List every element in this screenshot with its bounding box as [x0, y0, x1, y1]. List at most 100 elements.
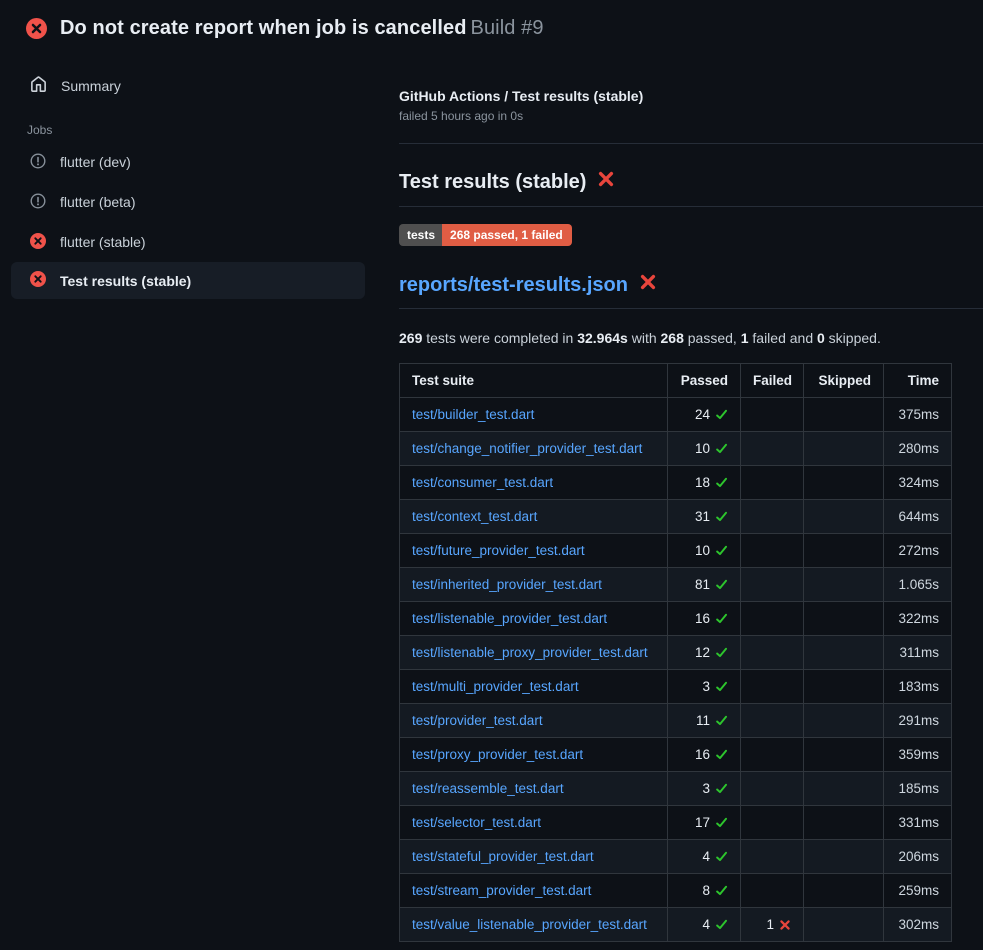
check-mark-icon	[715, 680, 728, 693]
sidebar-job-item[interactable]: flutter (stable)	[0, 222, 375, 262]
x-circle-fill-icon	[30, 233, 46, 249]
failed-cell	[741, 636, 804, 670]
passed-count: 8	[702, 883, 710, 898]
failed-cell	[741, 432, 804, 466]
check-mark-icon	[715, 748, 728, 761]
column-header-time: Time	[884, 364, 952, 398]
time-cell: 324ms	[884, 466, 952, 500]
suite-link[interactable]: test/future_provider_test.dart	[412, 543, 585, 558]
failed-cell	[741, 874, 804, 908]
passed-count: 16	[695, 611, 710, 626]
passed-cell-value: 3	[702, 781, 728, 796]
x-circle-fill-icon	[26, 18, 47, 39]
table-row: test/stream_provider_test.dart8 259ms	[400, 874, 952, 908]
test-results-table: Test suitePassedFailedSkippedTime test/b…	[399, 363, 952, 942]
time-cell: 302ms	[884, 908, 952, 942]
report-file-link[interactable]: reports/test-results.json	[399, 274, 628, 297]
suite-link[interactable]: test/selector_test.dart	[412, 815, 541, 830]
suite-cell: test/proxy_provider_test.dart	[400, 738, 668, 772]
suite-link[interactable]: test/context_test.dart	[412, 509, 537, 524]
table-row: test/stateful_provider_test.dart 4 206ms	[400, 840, 952, 874]
passed-cell: 31	[668, 500, 741, 534]
passed-cell-value: 10	[695, 543, 728, 558]
failed-cell	[741, 806, 804, 840]
suite-link[interactable]: test/multi_provider_test.dart	[412, 679, 579, 694]
failed-cell: 1	[741, 908, 804, 942]
failed-cell	[741, 670, 804, 704]
neutral-status-icon	[30, 153, 46, 169]
suite-link[interactable]: test/inherited_provider_test.dart	[412, 577, 602, 592]
table-row: test/context_test.dart 31 644ms	[400, 500, 952, 534]
passed-count: 11	[696, 713, 710, 728]
table-row: test/consumer_test.dart 18 324ms	[400, 466, 952, 500]
time-cell: 280ms	[884, 432, 952, 466]
neutral-status-icon	[30, 193, 46, 212]
suite-cell: test/inherited_provider_test.dart	[400, 568, 668, 602]
failed-status-icon	[30, 233, 46, 252]
passed-cell-value: 81	[695, 577, 728, 592]
sidebar-job-item[interactable]: Test results (stable)	[11, 262, 365, 299]
suite-link[interactable]: test/reassemble_test.dart	[412, 781, 564, 796]
check-mark-icon	[715, 782, 728, 795]
suite-cell: test/selector_test.dart	[400, 806, 668, 840]
passed-count: 4	[702, 849, 710, 864]
cross-mark-icon	[597, 170, 615, 188]
column-header-skipped: Skipped	[804, 364, 884, 398]
suite-link[interactable]: test/consumer_test.dart	[412, 475, 553, 490]
passed-count: 17	[695, 815, 710, 830]
passed-cell-value: 17	[695, 815, 728, 830]
suite-link[interactable]: test/listenable_provider_test.dart	[412, 611, 607, 626]
summary-segment: skipped.	[825, 330, 881, 346]
jobs-list: flutter (dev) flutter (beta) flutter (st…	[0, 142, 375, 299]
suite-cell: test/provider_test.dart	[400, 704, 668, 738]
passed-count: 3	[702, 679, 710, 694]
failed-cell	[741, 500, 804, 534]
sidebar-job-label: Test results (stable)	[60, 273, 191, 289]
passed-cell: 16	[668, 602, 741, 636]
build-number: Build #9	[471, 17, 544, 39]
passed-cell-value: 4	[702, 849, 728, 864]
failed-status-icon	[30, 271, 46, 290]
failed-cell	[741, 704, 804, 738]
cross-mark-icon	[639, 273, 657, 291]
suite-link[interactable]: test/stream_provider_test.dart	[412, 883, 591, 898]
time-cell: 206ms	[884, 840, 952, 874]
suite-link[interactable]: test/proxy_provider_test.dart	[412, 747, 583, 762]
passed-cell-value: 24	[695, 407, 728, 422]
suite-link[interactable]: test/stateful_provider_test.dart	[412, 849, 594, 864]
check-mark-icon	[715, 646, 728, 659]
skipped-cell	[804, 602, 884, 636]
section-title-text: Test results (stable)	[399, 171, 586, 194]
sidebar-item-summary[interactable]: Summary	[0, 66, 375, 106]
passed-count: 3	[702, 781, 710, 796]
suite-link[interactable]: test/change_notifier_provider_test.dart	[412, 441, 642, 456]
table-row: test/reassemble_test.dart3 185ms	[400, 772, 952, 806]
time-cell: 644ms	[884, 500, 952, 534]
time-cell: 311ms	[884, 636, 952, 670]
x-circle-fill-icon	[30, 271, 46, 287]
suite-link[interactable]: test/provider_test.dart	[412, 713, 543, 728]
time-cell: 359ms	[884, 738, 952, 772]
table-row: test/selector_test.dart17 331ms	[400, 806, 952, 840]
suite-cell: test/context_test.dart	[400, 500, 668, 534]
passed-cell: 10	[668, 432, 741, 466]
column-header-passed: Passed	[668, 364, 741, 398]
suite-link[interactable]: test/builder_test.dart	[412, 407, 534, 422]
failed-cell-value: 1	[766, 917, 791, 932]
run-title: Do not create report when job is cancell…	[60, 17, 544, 40]
suite-cell: test/listenable_proxy_provider_test.dart	[400, 636, 668, 670]
badge-value: 268 passed, 1 failed	[442, 224, 572, 246]
passed-cell: 18	[668, 466, 741, 500]
table-row: test/future_provider_test.dart10 272ms	[400, 534, 952, 568]
suite-link[interactable]: test/listenable_proxy_provider_test.dart	[412, 645, 648, 660]
sidebar-job-item[interactable]: flutter (dev)	[0, 142, 375, 182]
check-mark-icon	[715, 850, 728, 863]
time-cell: 1.065s	[884, 568, 952, 602]
passed-cell-value: 16	[695, 747, 728, 762]
sidebar-job-label: flutter (beta)	[60, 194, 135, 210]
skipped-cell	[804, 398, 884, 432]
sidebar-job-item[interactable]: flutter (beta)	[0, 182, 375, 222]
suite-link[interactable]: test/value_listenable_provider_test.dart	[412, 917, 647, 932]
passed-cell-value: 10	[695, 441, 728, 456]
suite-cell: test/listenable_provider_test.dart	[400, 602, 668, 636]
